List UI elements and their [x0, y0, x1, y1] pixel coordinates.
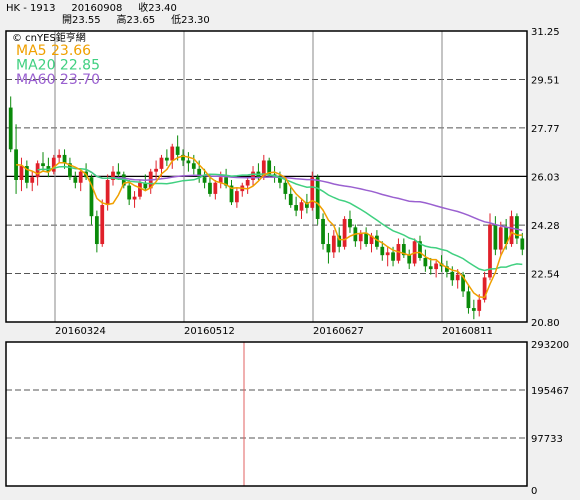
candle-body	[132, 196, 137, 200]
candle-body	[342, 218, 347, 247]
volume-plot-area	[6, 342, 527, 486]
candle-body	[450, 271, 455, 281]
candle-body	[8, 107, 13, 150]
candle-body	[385, 252, 390, 256]
y-tick-label: 24.28	[531, 221, 560, 232]
candle-body	[116, 171, 121, 175]
candle-body	[164, 157, 169, 161]
candle-body	[471, 308, 476, 311]
candle-body	[434, 263, 439, 270]
candle-body	[498, 227, 503, 250]
candle-body	[234, 191, 239, 203]
candle-body	[310, 177, 315, 208]
candle-body	[520, 238, 525, 250]
candle-body	[41, 163, 45, 167]
candle-body	[283, 182, 288, 194]
volume-y-tick-label: 293200	[531, 340, 569, 351]
candle-body	[509, 216, 514, 245]
candle-body	[391, 252, 395, 261]
x-tick-label: 20160627	[313, 326, 364, 337]
candle-body	[245, 179, 250, 186]
candle-body	[455, 274, 460, 281]
candle-body	[30, 177, 35, 183]
x-tick-label: 20160324	[55, 326, 106, 337]
candle-body	[326, 244, 331, 253]
candle-body	[407, 255, 412, 264]
y-tick-label: 26.03	[531, 172, 560, 183]
candle-body	[127, 185, 132, 200]
volume-y-tick-label: 0	[531, 486, 537, 497]
x-tick-label: 20160811	[442, 326, 493, 337]
candle-body	[331, 235, 336, 253]
y-tick-label: 31.25	[531, 27, 560, 38]
candle-body	[315, 177, 320, 219]
volume-panel: 293200 195467 97733 0	[5, 340, 569, 497]
candle-body	[380, 246, 385, 256]
candle-body	[251, 171, 255, 180]
y-tick-label: 20.80	[531, 318, 560, 329]
y-tick-label: 29.51	[531, 75, 560, 86]
candle-body	[186, 160, 191, 164]
volume-y-tick-label: 97733	[531, 434, 563, 445]
candle-body	[57, 154, 62, 158]
candle-body	[100, 205, 105, 245]
candle-body	[493, 224, 498, 250]
price-panel: 31.25 29.51 27.77 26.03 24.28 22.54 20.80 20160…	[5, 27, 560, 337]
candle-body	[428, 266, 433, 270]
y-tick-label: 22.54	[531, 270, 560, 281]
candle-body	[175, 146, 180, 155]
candle-body	[78, 171, 83, 183]
candle-body	[321, 218, 325, 245]
candle-body	[213, 182, 218, 194]
candle-body	[94, 216, 99, 245]
candle-body	[73, 177, 78, 183]
candle-body	[466, 291, 471, 309]
candle-body	[159, 157, 164, 169]
candle-body	[154, 168, 158, 172]
candle-body	[348, 218, 352, 228]
legend-entry: MA60 23.70	[16, 72, 100, 88]
candle-body	[202, 177, 207, 183]
candle-body	[208, 182, 212, 194]
candle-body	[51, 157, 56, 172]
stock-chart: 31.25 29.51 27.77 26.03 24.28 22.54 20.80 20160…	[5, 27, 569, 497]
candle-body	[170, 146, 175, 161]
candle-body	[19, 166, 24, 180]
y-tick-label: 27.77	[531, 124, 560, 135]
candle-body	[423, 257, 428, 267]
candle-body	[288, 193, 293, 206]
candle-body	[299, 202, 304, 211]
candle-body	[105, 179, 110, 206]
candle-body	[191, 163, 196, 169]
volume-y-tick-label: 195467	[531, 386, 569, 397]
x-tick-label: 20160512	[184, 326, 235, 337]
candle-body	[477, 299, 482, 311]
candle-body	[294, 205, 299, 211]
candle-body	[138, 182, 142, 197]
